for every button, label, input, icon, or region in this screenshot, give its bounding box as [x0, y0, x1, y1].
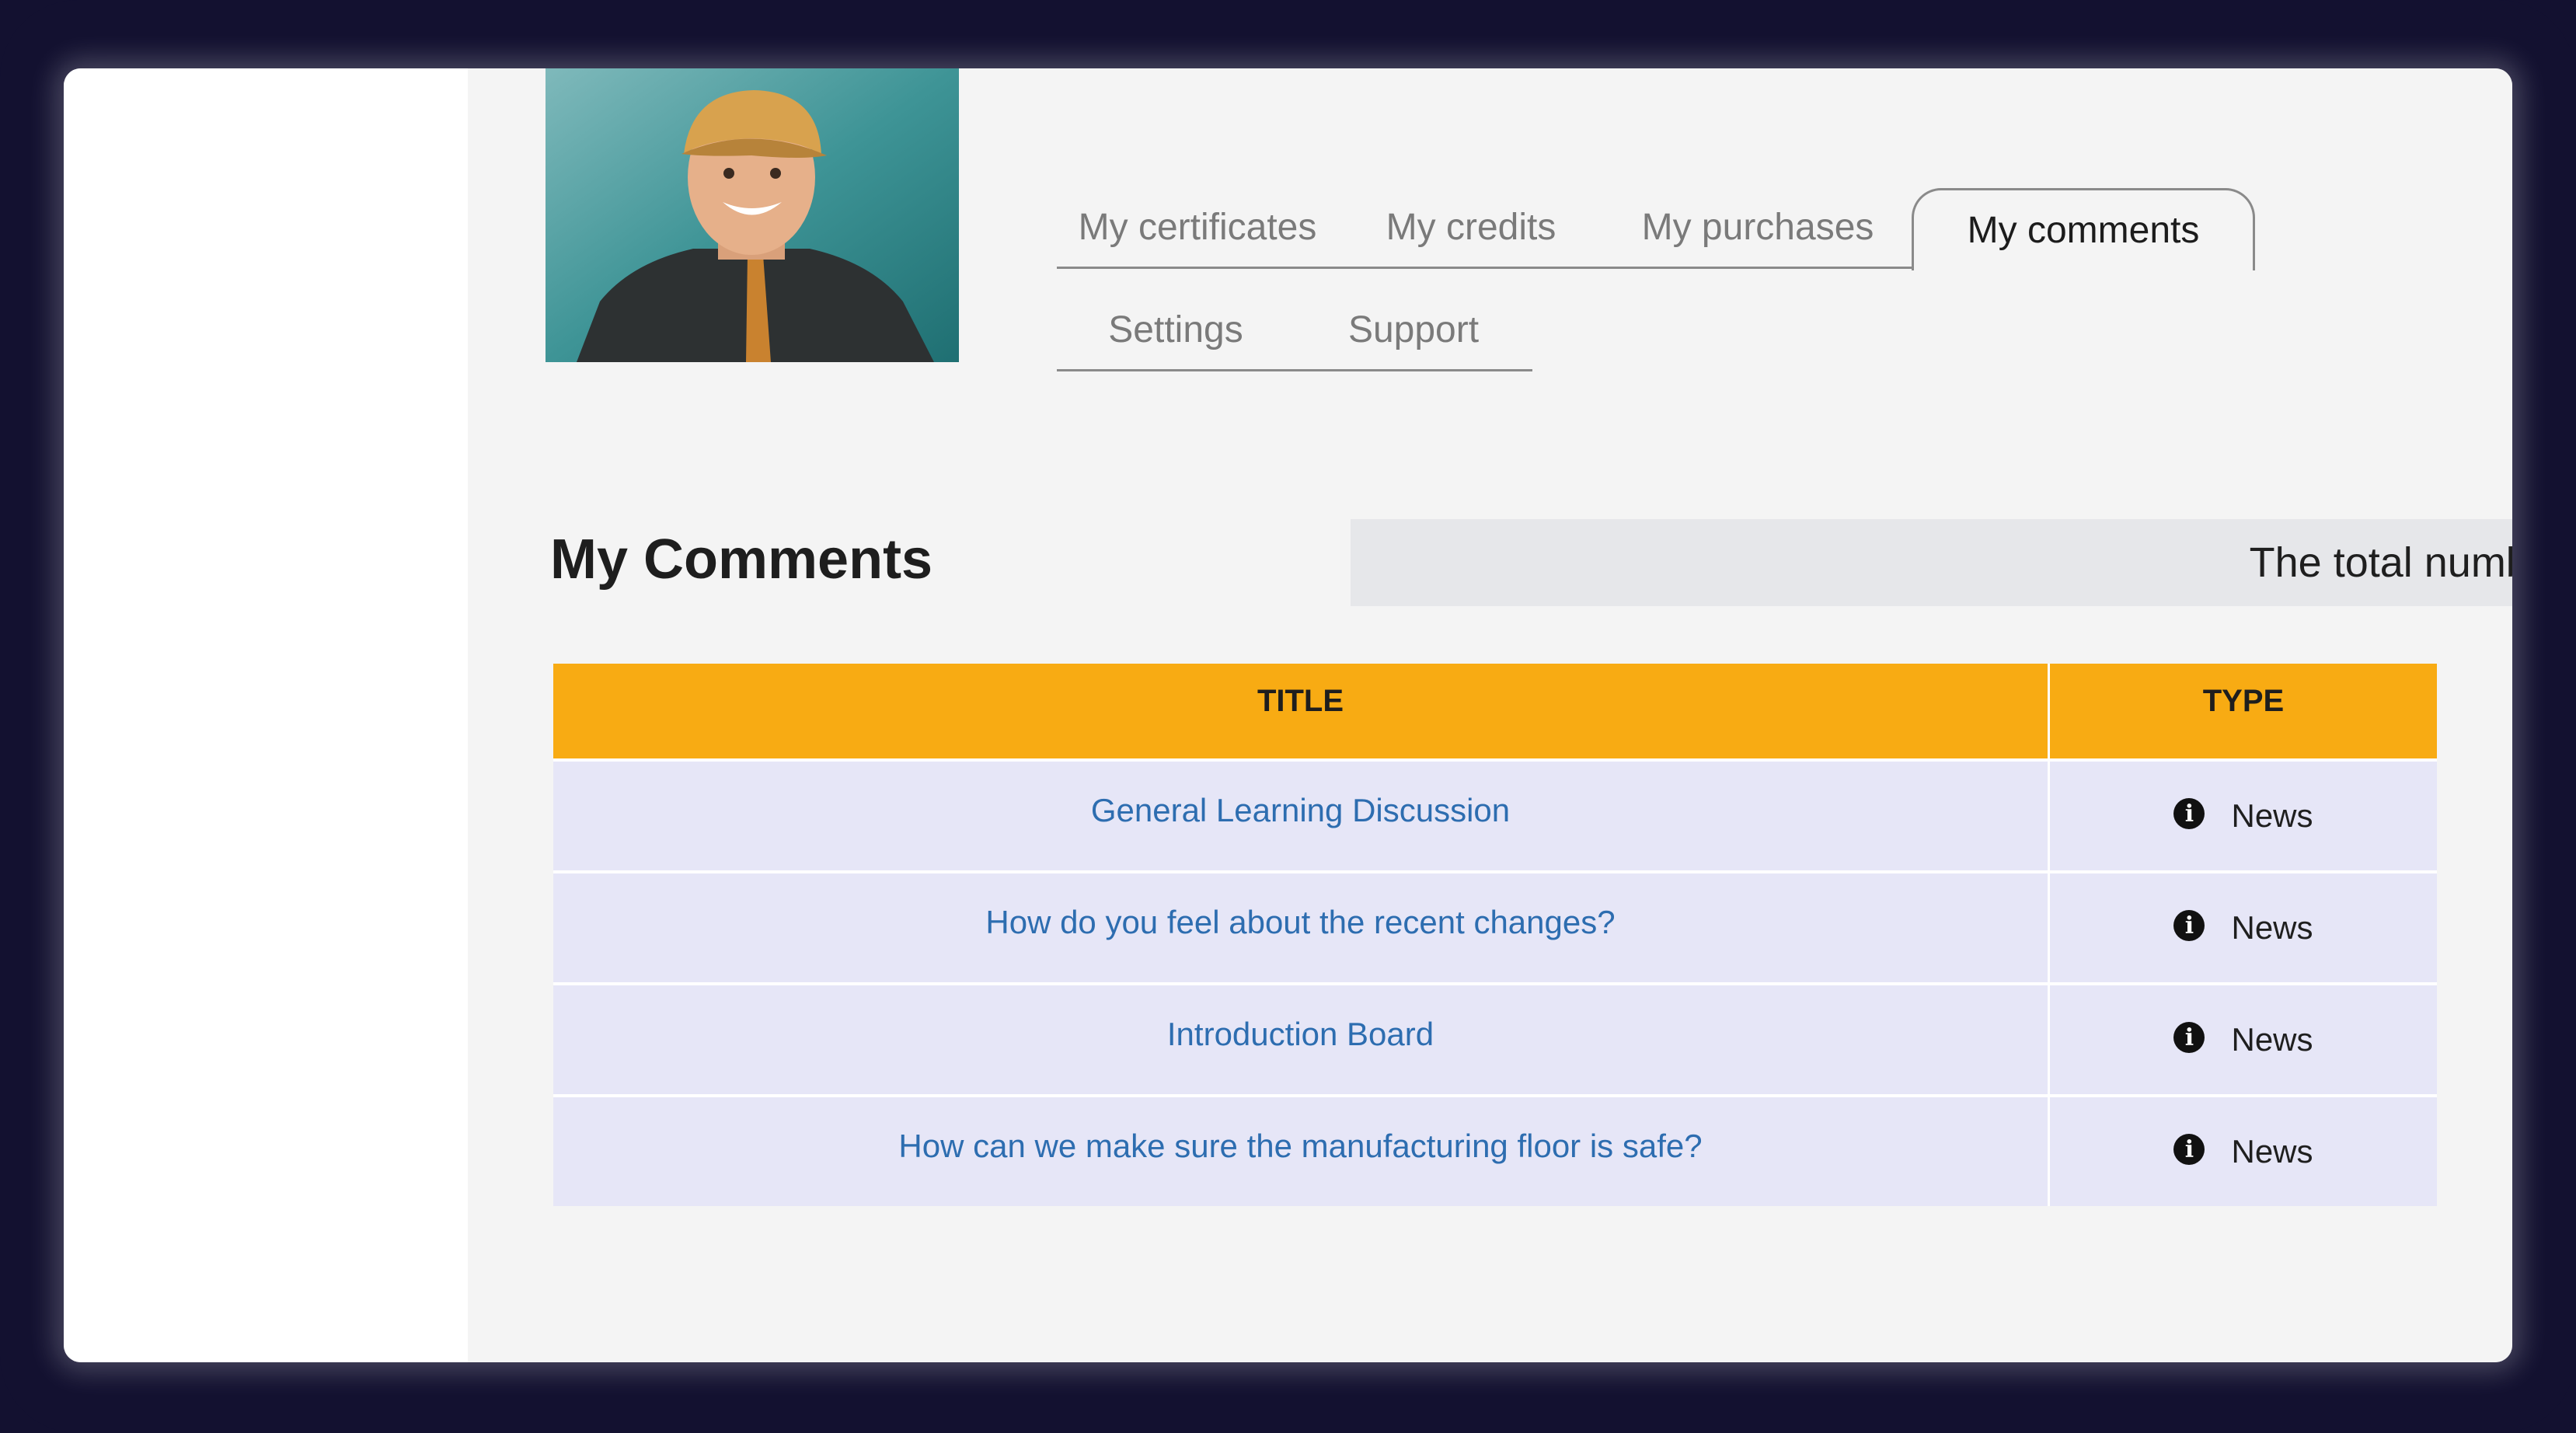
- tab-my-purchases[interactable]: My purchases: [1604, 188, 1912, 269]
- type-label: News: [2231, 1021, 2313, 1058]
- tab-support[interactable]: Support: [1295, 291, 1532, 371]
- title-cell: Introduction Board: [553, 985, 2050, 1094]
- info-icon: i: [2173, 798, 2205, 829]
- records-count-text: The total number of records: 4: [2249, 539, 2512, 586]
- type-cell: i News: [2050, 1097, 2437, 1206]
- records-count: The total number of records: 4: [1351, 519, 2512, 606]
- table-row: How do you feel about the recent changes…: [553, 870, 2437, 982]
- type-label: News: [2231, 909, 2313, 946]
- type-label: News: [2231, 1133, 2313, 1170]
- main-content: My certificates My credits My purchases …: [468, 68, 2512, 1362]
- tab-my-certificates[interactable]: My certificates: [1057, 188, 1338, 269]
- table-header: TITLE TYPE: [553, 664, 2437, 758]
- info-icon: i: [2173, 1022, 2205, 1053]
- table-row: Introduction Board i News: [553, 982, 2437, 1094]
- type-cell: i News: [2050, 762, 2437, 870]
- info-icon: i: [2173, 910, 2205, 941]
- profile-photo: [546, 68, 959, 362]
- column-header-type: TYPE: [2202, 683, 2285, 718]
- profile-avatar: [546, 68, 959, 362]
- type-label: News: [2231, 797, 2313, 834]
- comment-title-link[interactable]: General Learning Discussion: [1091, 792, 1510, 829]
- comment-title-link[interactable]: Introduction Board: [1167, 1016, 1434, 1053]
- type-cell: i News: [2050, 985, 2437, 1094]
- table-row: General Learning Discussion i News: [553, 758, 2437, 870]
- type-cell: i News: [2050, 873, 2437, 982]
- column-header-title: TITLE: [553, 664, 2050, 758]
- title-cell: How do you feel about the recent changes…: [553, 873, 2050, 982]
- title-cell: How can we make sure the manufacturing f…: [553, 1097, 2050, 1206]
- tab-my-comments[interactable]: My comments: [1912, 188, 2255, 270]
- tab-my-credits[interactable]: My credits: [1338, 188, 1604, 269]
- app-screen: My certificates My credits My purchases …: [64, 68, 2512, 1362]
- comment-title-link[interactable]: How do you feel about the recent changes…: [985, 904, 1615, 941]
- device-frame: My certificates My credits My purchases …: [0, 0, 2576, 1433]
- info-icon: i: [2173, 1134, 2205, 1165]
- comment-title-link[interactable]: How can we make sure the manufacturing f…: [898, 1128, 1702, 1165]
- tab-settings[interactable]: Settings: [1057, 291, 1295, 371]
- page-title: My Comments: [550, 528, 933, 591]
- table-row: How can we make sure the manufacturing f…: [553, 1094, 2437, 1206]
- sidebar: [64, 68, 468, 1362]
- comments-table: TITLE TYPE General Learning Discussion i…: [553, 664, 2437, 1206]
- title-cell: General Learning Discussion: [553, 762, 2050, 870]
